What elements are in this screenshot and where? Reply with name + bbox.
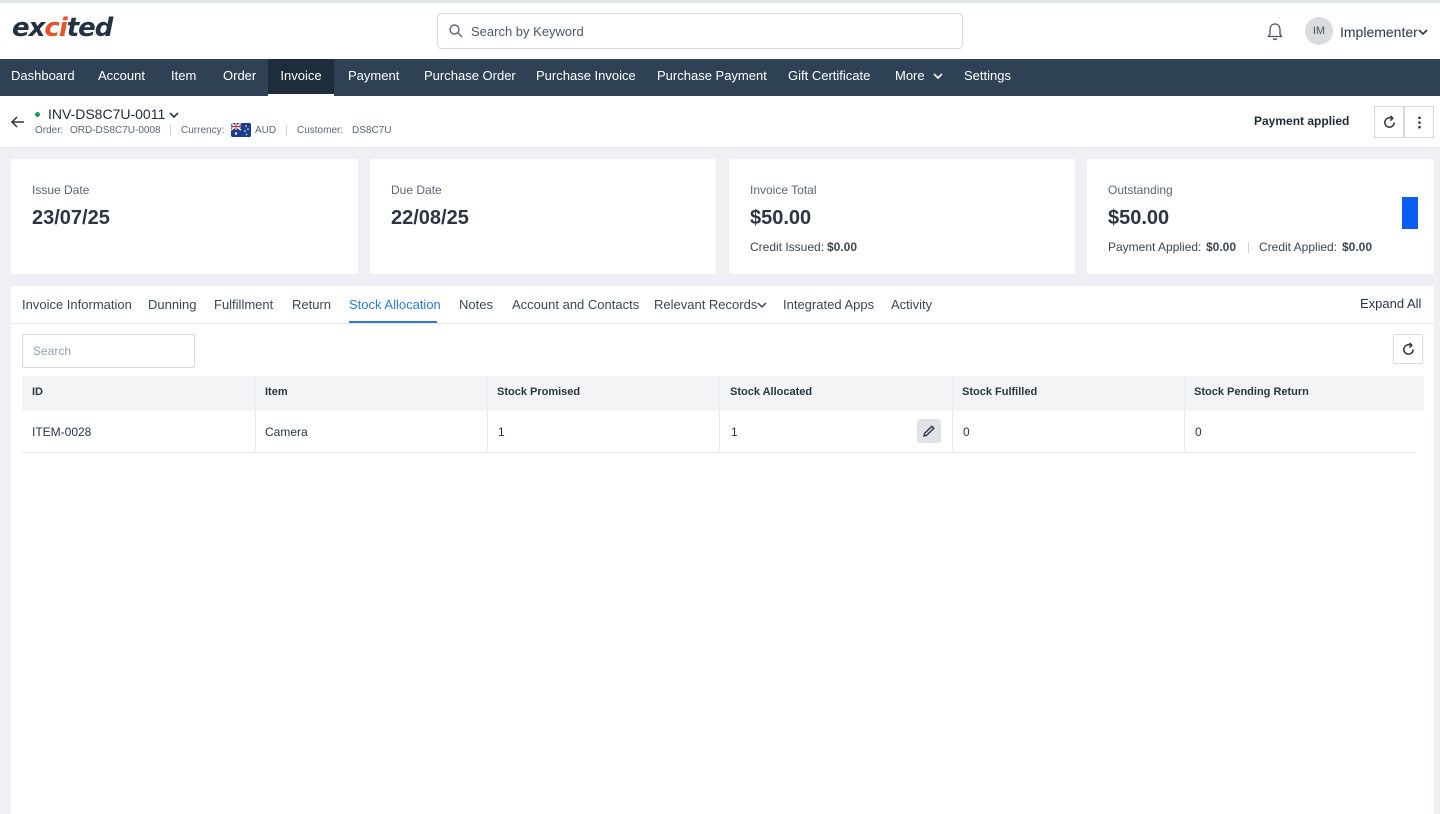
due-date-value: 22/08/25 (391, 207, 469, 229)
active-tab-indicator (349, 321, 437, 323)
detail-panel: Invoice Information Dunning Fulfillment … (11, 286, 1434, 814)
nav-item-purchase-payment[interactable]: Purchase Payment (657, 59, 767, 96)
column-header-stock-pending-return[interactable]: Stock Pending Return (1194, 386, 1309, 398)
currency-value: AUD (255, 125, 277, 136)
outstanding-card: Outstanding $50.00 Payment Applied: $0.0… (1087, 159, 1434, 274)
column-header-stock-promised[interactable]: Stock Promised (497, 386, 580, 398)
nav-item-invoice[interactable]: Invoice (268, 59, 334, 96)
tab-stock-allocation[interactable]: Stock Allocation (349, 297, 441, 312)
edit-allocation-button[interactable] (917, 419, 941, 443)
column-header-stock-allocated[interactable]: Stock Allocated (730, 386, 812, 398)
record-id: INV-DS8C7U-0011 (48, 106, 166, 122)
expand-all-button[interactable]: Expand All (1360, 296, 1421, 311)
tab-dunning[interactable]: Dunning (148, 297, 196, 312)
customer-label: Customer: (297, 125, 344, 136)
invoice-total-value: $50.00 (750, 207, 812, 229)
more-vertical-icon (1418, 116, 1421, 129)
nav-item-order[interactable]: Order (223, 59, 256, 96)
meta-divider (170, 125, 171, 136)
nav-item-gift-certificate[interactable]: Gift Certificate (788, 59, 870, 96)
back-arrow-icon[interactable] (10, 115, 26, 129)
cell-item: Camera (265, 425, 308, 439)
nav-item-settings[interactable]: Settings (964, 59, 1011, 96)
notification-bell-icon[interactable] (1266, 22, 1284, 42)
cell-stock-pending-return: 0 (1195, 425, 1202, 439)
table-row[interactable]: ITEM-0028 Camera 1 1 0 0 (22, 411, 1416, 453)
nav-item-item[interactable]: Item (171, 59, 196, 96)
outstanding-label: Outstanding (1108, 183, 1173, 197)
table-header: ID Item Stock Promised Stock Allocated S… (22, 376, 1424, 411)
nav-item-purchase-invoice[interactable]: Purchase Invoice (536, 59, 636, 96)
tab-return[interactable]: Return (292, 297, 331, 312)
top-bar: excited Search by Keyword IM Implementer (0, 0, 1440, 59)
invoice-total-card: Invoice Total $50.00 Credit Issued: $0.0… (729, 159, 1075, 274)
table-refresh-button[interactable] (1393, 334, 1423, 364)
main-nav: Dashboard Account Item Order Invoice Pay… (0, 59, 1440, 96)
column-header-stock-fulfilled[interactable]: Stock Fulfilled (962, 386, 1037, 398)
cell-id[interactable]: ITEM-0028 (32, 425, 91, 439)
global-search-placeholder: Search by Keyword (471, 24, 584, 39)
tab-activity[interactable]: Activity (891, 297, 932, 312)
meta-divider (286, 125, 287, 136)
search-icon (449, 24, 463, 38)
tab-notes[interactable]: Notes (459, 297, 493, 312)
pencil-icon (923, 425, 935, 437)
tab-invoice-information[interactable]: Invoice Information (22, 297, 132, 312)
payment-status: Payment applied (1254, 114, 1350, 128)
credit-applied-label: Credit Applied: (1259, 240, 1338, 254)
chevron-down-icon[interactable] (168, 110, 180, 120)
due-date-card: Due Date 22/08/25 (370, 159, 716, 274)
due-date-label: Due Date (391, 183, 442, 197)
tab-relevant-records[interactable]: Relevant Records (654, 297, 757, 312)
more-actions-button[interactable] (1404, 106, 1434, 138)
chevron-down-icon[interactable] (757, 301, 767, 309)
nav-item-purchase-order[interactable]: Purchase Order (424, 59, 516, 96)
user-name[interactable]: Implementer (1340, 24, 1418, 40)
issue-date-value: 23/07/25 (32, 207, 110, 229)
credit-issued-label: Credit Issued: (750, 240, 825, 254)
cell-stock-allocated: 1 (731, 425, 738, 439)
status-dot (35, 112, 40, 117)
cell-stock-fulfilled: 0 (963, 425, 970, 439)
app-logo[interactable]: excited (12, 13, 113, 43)
outstanding-value: $50.00 (1108, 207, 1170, 229)
global-search[interactable]: Search by Keyword (437, 13, 963, 49)
nav-item-more[interactable]: More (895, 59, 925, 96)
invoice-total-label: Invoice Total (750, 183, 817, 197)
refresh-button[interactable] (1374, 106, 1404, 138)
tab-account-and-contacts[interactable]: Account and Contacts (512, 297, 639, 312)
order-link[interactable]: ORD-DS8C7U-0008 (70, 125, 161, 136)
nav-item-dashboard[interactable]: Dashboard (11, 59, 75, 96)
payment-applied-label: Payment Applied: (1108, 240, 1202, 254)
refresh-icon (1384, 115, 1395, 128)
tab-integrated-apps[interactable]: Integrated Apps (783, 297, 874, 312)
column-header-item[interactable]: Item (265, 386, 288, 398)
tab-fulfillment[interactable]: Fulfillment (214, 297, 273, 312)
tab-bar: Invoice Information Dunning Fulfillment … (11, 286, 1434, 324)
credit-applied-value: $0.00 (1342, 240, 1373, 254)
australia-flag-icon (231, 123, 251, 137)
customer-link[interactable]: DS8C7U (352, 125, 391, 136)
issue-date-card: Issue Date 23/07/25 (11, 159, 358, 274)
payment-applied-value: $0.00 (1206, 240, 1237, 254)
side-panel-toggle[interactable] (1402, 197, 1418, 229)
credit-issued-value: $0.00 (827, 240, 858, 254)
nav-item-account[interactable]: Account (98, 59, 145, 96)
refresh-icon (1403, 342, 1414, 355)
cell-stock-promised: 1 (498, 425, 505, 439)
user-avatar[interactable]: IM (1305, 17, 1333, 45)
order-label: Order: (35, 125, 64, 136)
currency-label: Currency: (181, 125, 225, 136)
chevron-down-icon[interactable] (1417, 27, 1429, 37)
issue-date-label: Issue Date (32, 183, 90, 197)
table-search-input[interactable] (22, 334, 195, 368)
chevron-down-icon[interactable] (932, 71, 944, 81)
nav-item-payment[interactable]: Payment (348, 59, 399, 96)
column-header-id[interactable]: ID (32, 386, 43, 398)
record-header: INV-DS8C7U-0011 Order: ORD-DS8C7U-0008 C… (0, 96, 1440, 148)
card-divider (1248, 242, 1249, 253)
